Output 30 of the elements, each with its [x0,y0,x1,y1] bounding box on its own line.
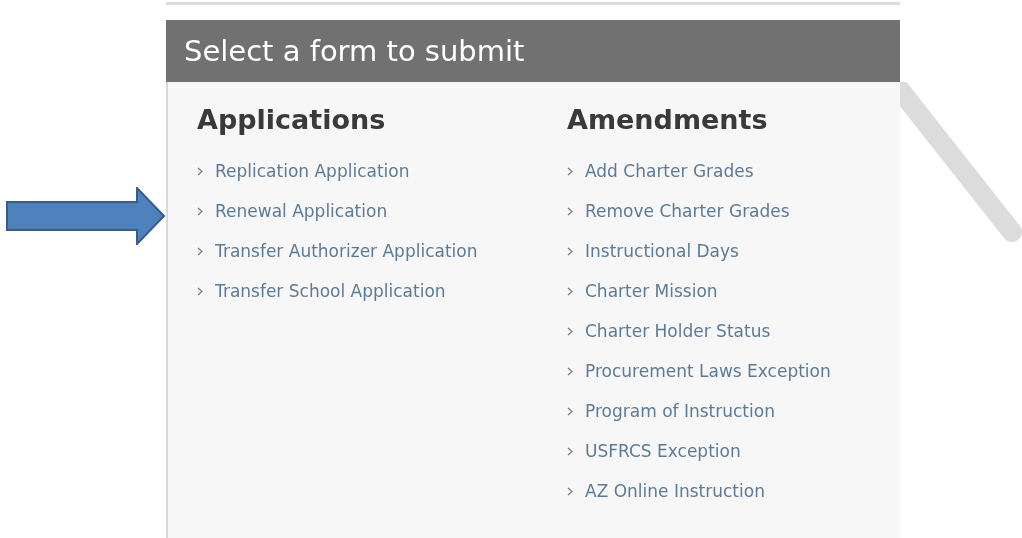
chevron-icon [197,286,203,296]
chevron-icon [197,206,203,216]
form-link[interactable]: Charter Mission [585,271,718,311]
form-link[interactable]: Remove Charter Grades [585,191,790,231]
form-link[interactable]: Program of Instruction [585,391,775,431]
form-link[interactable]: USFRCS Exception [585,431,741,471]
chevron-icon [197,166,203,176]
chevron-icon [567,366,573,376]
form-link[interactable]: AZ Online Instruction [585,471,765,511]
form-link[interactable]: Transfer Authorizer Application [215,231,478,271]
panel-title: Select a form to submit [184,36,525,66]
form-link[interactable]: Renewal Application [215,191,388,231]
chevron-icon [567,246,573,256]
chevron-icon [567,166,573,176]
form-link[interactable]: Replication Application [215,151,410,191]
form-link[interactable]: Transfer School Application [215,271,446,311]
chevron-icon [567,286,573,296]
chevron-icon [567,486,573,496]
form-link[interactable]: Procurement Laws Exception [585,351,831,391]
arrow-icon [6,187,166,245]
form-link[interactable]: Instructional Days [585,231,739,271]
column-heading: Applications [197,106,387,133]
chevron-icon [567,446,573,456]
form-link[interactable]: Charter Holder Status [585,311,771,351]
column-heading: Amendments [567,106,769,133]
chevron-icon [197,246,203,256]
form-link[interactable]: Add Charter Grades [585,151,754,191]
chevron-icon [567,206,573,216]
chevron-icon [567,326,573,336]
chevron-icon [567,406,573,416]
